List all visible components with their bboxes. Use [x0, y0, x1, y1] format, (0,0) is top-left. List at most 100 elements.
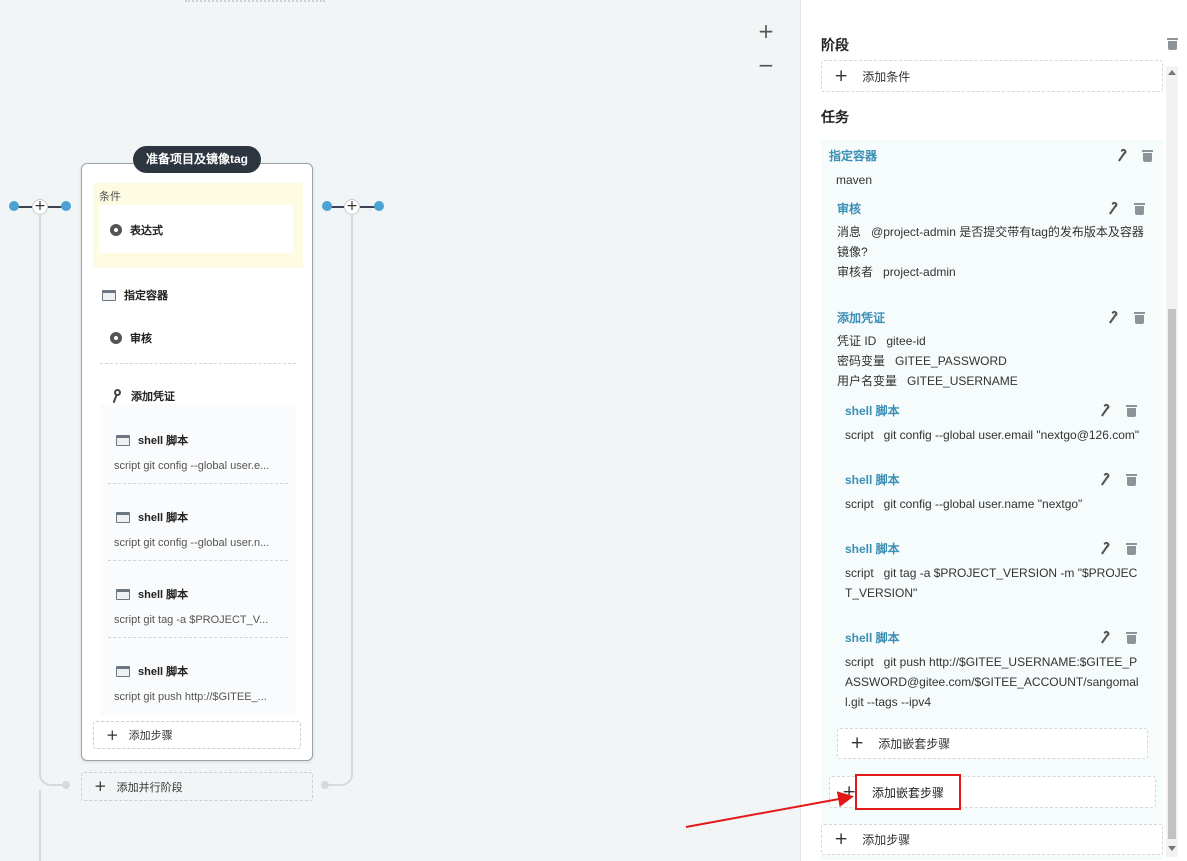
condition-item[interactable]: 表达式 — [99, 205, 293, 253]
reviewer-value: project-admin — [883, 265, 956, 279]
container-step-title[interactable]: 指定容器 — [829, 147, 877, 164]
add-condition-button[interactable]: + 添加条件 — [821, 60, 1163, 92]
terminal-icon — [116, 665, 130, 677]
zoom-out-button[interactable]: − — [756, 55, 776, 76]
script-key: script — [845, 497, 874, 511]
container-value: maven — [836, 173, 873, 187]
delete-shell-icon[interactable] — [1126, 404, 1137, 417]
add-nested-step-label: 添加嵌套步骤 — [878, 737, 951, 751]
script-line: git push http://$GITEE_USERNAME:$GITEE_P — [883, 655, 1138, 669]
top-divider — [185, 0, 325, 3]
left-connector-dot — [9, 201, 19, 211]
shell-step-title[interactable]: shell 脚本 — [845, 402, 900, 419]
script-line: ASSWORD@gitee.com/$GITEE_ACCOUNT/sangoma… — [845, 675, 1139, 689]
credential-step-label: 添加凭证 — [131, 391, 175, 403]
review-step-title[interactable]: 审核 — [837, 200, 861, 217]
delete-shell-icon[interactable] — [1126, 631, 1137, 644]
divider — [100, 363, 296, 364]
delete-shell-icon[interactable] — [1126, 473, 1137, 486]
divider — [108, 483, 288, 484]
plus-icon: + — [834, 65, 849, 86]
edit-shell-icon[interactable] — [1099, 631, 1111, 644]
delete-container-icon[interactable] — [1142, 149, 1153, 162]
shell-step-title: shell 脚本 — [138, 666, 189, 678]
add-parallel-stage-button[interactable]: + 添加并行阶段 — [81, 772, 313, 801]
shell-step-title[interactable]: shell 脚本 — [845, 540, 900, 557]
edit-credential-icon[interactable] — [1107, 311, 1119, 324]
insert-stage-left-button[interactable]: + — [32, 199, 48, 215]
shell-step-script: script git config --global user.e... — [114, 460, 270, 472]
scroll-up-arrow[interactable] — [1168, 70, 1176, 75]
container-step-label: 指定容器 — [124, 290, 168, 302]
shell-step-1[interactable]: shell 脚本 — [116, 432, 188, 448]
script-line: l.git --tags --ipv4 — [845, 695, 932, 709]
stage-detail-panel[interactable]: 阶段 + 添加条件 任务 指定容器 maven 审核 消息 @project-ad… — [800, 0, 1187, 861]
delete-stage-icon[interactable] — [1167, 37, 1178, 50]
shell-script: script git tag -a $PROJECT_VERSION -m "$P… — [845, 563, 1150, 603]
password-var-value: GITEE_PASSWORD — [895, 354, 1007, 368]
script-key: script — [845, 655, 874, 669]
right-branch-curve — [329, 772, 353, 786]
right-branch-line — [351, 215, 353, 772]
shell-step-title[interactable]: shell 脚本 — [845, 629, 900, 646]
credential-step-title[interactable]: 添加凭证 — [837, 309, 885, 326]
add-nested-step-highlight-label: 添加嵌套步骤 — [871, 785, 944, 800]
credential-step[interactable]: 添加凭证 — [111, 388, 175, 404]
insert-stage-right-button[interactable]: + — [344, 199, 360, 215]
add-step-button[interactable]: + 添加步骤 — [93, 721, 301, 749]
pipeline-canvas[interactable]: + − + + 准备项目及镜像tag 条件 表达式 指定容器 审核 添加凭证 s… — [0, 0, 800, 861]
message-value-line1: @project-admin 是否提交带有tag的发布版本及容器 — [871, 225, 1144, 239]
divider — [108, 637, 288, 638]
stage-title[interactable]: 准备项目及镜像tag — [133, 146, 261, 173]
delete-credential-icon[interactable] — [1134, 311, 1145, 324]
container-step[interactable]: 指定容器 — [102, 287, 168, 303]
review-step-label: 审核 — [130, 333, 152, 345]
review-step[interactable]: 审核 — [110, 330, 152, 346]
shell-step-title[interactable]: shell 脚本 — [845, 471, 900, 488]
left-branch-line — [39, 215, 41, 772]
zoom-in-button[interactable]: + — [756, 21, 776, 42]
highlight-box-add-nested-step[interactable]: 添加嵌套步骤 — [855, 774, 961, 810]
review-icon — [110, 332, 122, 344]
add-step-label: 添加步骤 — [862, 833, 911, 847]
credential-id-value: gitee-id — [886, 334, 926, 348]
plus-icon: + — [106, 725, 119, 744]
edit-shell-icon[interactable] — [1099, 404, 1111, 417]
username-var-row: 用户名变量 GITEE_USERNAME — [837, 371, 1018, 391]
username-var-key: 用户名变量 — [837, 374, 898, 388]
container-icon — [102, 289, 116, 301]
shell-step-3[interactable]: shell 脚本 — [116, 586, 188, 602]
scrollbar-thumb[interactable] — [1168, 309, 1176, 839]
shell-step-title: shell 脚本 — [138, 435, 189, 447]
shell-step-title: shell 脚本 — [138, 589, 189, 601]
scroll-down-arrow[interactable] — [1168, 846, 1176, 851]
message-key: 消息 — [837, 225, 862, 239]
expression-label: 表达式 — [130, 225, 163, 237]
condition-box[interactable]: 条件 表达式 — [93, 183, 303, 268]
edit-review-icon[interactable] — [1107, 202, 1119, 215]
add-nested-step-inner-button[interactable]: + 添加嵌套步骤 — [837, 728, 1148, 759]
script-line: git config --global user.email "nextgo@1… — [883, 428, 1140, 442]
edit-shell-icon[interactable] — [1099, 542, 1111, 555]
right-connector-dot-end — [374, 201, 384, 211]
edit-container-icon[interactable] — [1116, 149, 1128, 162]
edit-shell-icon[interactable] — [1099, 473, 1111, 486]
terminal-icon — [116, 511, 130, 523]
delete-shell-icon[interactable] — [1126, 542, 1137, 555]
shell-step-script: script git push http://$GITEE_... — [114, 691, 267, 703]
shell-step-2[interactable]: shell 脚本 — [116, 509, 188, 525]
script-key: script — [845, 428, 874, 442]
shell-step-4[interactable]: shell 脚本 — [116, 663, 188, 679]
stage-card[interactable]: 条件 表达式 指定容器 审核 添加凭证 shell 脚本 script git … — [81, 163, 313, 761]
plus-icon: + — [834, 829, 849, 849]
panel-scrollbar[interactable] — [1166, 66, 1178, 857]
left-branch-tail — [39, 790, 41, 861]
username-var-value: GITEE_USERNAME — [907, 374, 1018, 388]
script-line: T_VERSION" — [845, 586, 918, 600]
password-var-row: 密码变量 GITEE_PASSWORD — [837, 351, 1007, 371]
shell-script: script git config --global user.email "ne… — [845, 425, 1150, 445]
add-step-button[interactable]: + 添加步骤 — [821, 824, 1163, 855]
shell-script: script git config --global user.name "nex… — [845, 494, 1150, 514]
plus-icon: + — [850, 733, 865, 753]
delete-review-icon[interactable] — [1134, 202, 1145, 215]
